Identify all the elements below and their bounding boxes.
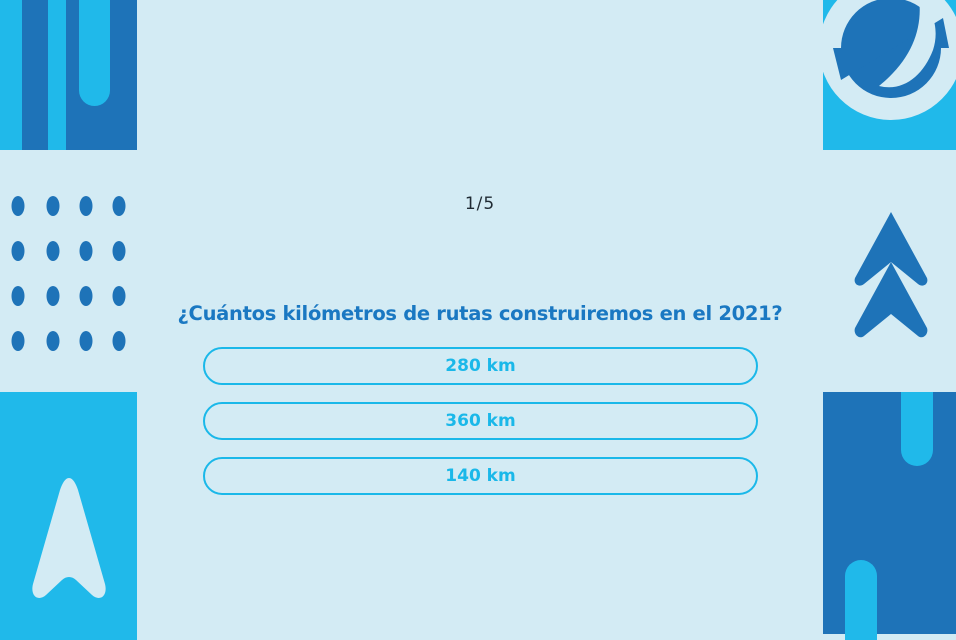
answer-option-label: 280 km	[445, 356, 516, 376]
ring-circle-pattern	[823, 0, 956, 150]
dot-shape	[46, 241, 60, 261]
vertical-bars-pattern	[0, 0, 137, 150]
dot-shape	[11, 286, 25, 306]
answer-option-3[interactable]: 140 km	[203, 457, 758, 495]
dot-shape	[112, 196, 126, 216]
dot-shape	[79, 241, 93, 261]
answer-option-1[interactable]: 280 km	[203, 347, 758, 385]
question-counter: 1/5	[464, 194, 496, 214]
answer-option-2[interactable]: 360 km	[203, 402, 758, 440]
answer-option-label: 360 km	[445, 411, 516, 431]
rounded-bars-pattern	[823, 392, 956, 640]
arrow-up-icon	[0, 392, 137, 640]
dot-shape	[112, 331, 126, 351]
dot-shape	[46, 286, 60, 306]
dot-shape	[11, 196, 25, 216]
dot-shape	[11, 331, 25, 351]
dot-shape	[112, 286, 126, 306]
question-text: ¿Cuántos kilómetros de rutas construirem…	[177, 302, 783, 325]
dot-shape	[112, 241, 126, 261]
dot-shape	[46, 196, 60, 216]
dot-shape	[79, 196, 93, 216]
double-chevron-up-icon	[823, 150, 956, 392]
dot-shape	[79, 331, 93, 351]
dot-shape	[46, 331, 60, 351]
answer-option-label: 140 km	[445, 466, 516, 486]
dot-shape	[79, 286, 93, 306]
dot-grid-pattern	[0, 150, 137, 392]
dot-shape	[11, 241, 25, 261]
